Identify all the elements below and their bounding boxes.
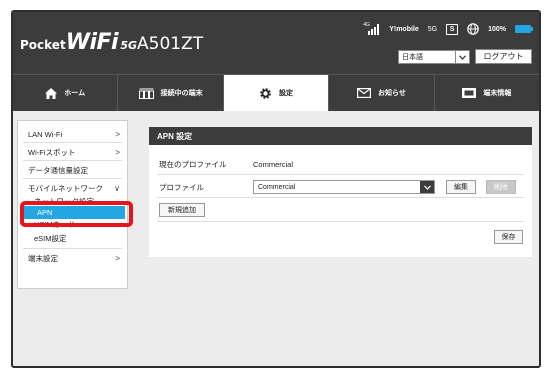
profile-label: プロファイル [159, 182, 204, 192]
tab-settings[interactable]: 設定 [222, 75, 329, 111]
network-type: 5G [427, 25, 438, 33]
sidebar-item-label: LAN Wi-Fi [28, 129, 63, 139]
chevron-right-icon: > [115, 147, 120, 157]
globe-icon [467, 23, 479, 35]
sidebar-item-label: モバイルネットワーク [28, 183, 103, 193]
home-icon [45, 87, 58, 99]
tab-device-info[interactable]: 端末情報 [433, 75, 539, 111]
logout-button[interactable]: ログアウト [475, 49, 532, 64]
current-profile-label: 現在のプロファイル [159, 159, 227, 169]
battery-icon [515, 25, 533, 33]
add-new-button[interactable]: 新規追加 [159, 203, 205, 217]
sidebar-item-mobile-network[interactable]: モバイルネットワーク ∨ [18, 181, 127, 195]
sidebar-item-data-usage[interactable]: データ通信量設定 [18, 163, 127, 177]
sidebar-subitem-label: eSIM設定 [34, 233, 67, 243]
tab-home[interactable]: ホーム [13, 75, 117, 111]
divider [157, 197, 524, 198]
sidebar-item-lan-wifi[interactable]: LAN Wi-Fi > [18, 127, 127, 141]
divider [23, 160, 122, 161]
chevron-right-icon: > [115, 129, 120, 139]
tab-devices[interactable]: 接続中の端末 [117, 75, 222, 111]
delete-button[interactable]: 削除 [486, 180, 516, 194]
battery-percent: 100% [488, 25, 506, 33]
chevron-down-icon [455, 51, 469, 63]
profile-row: プロファイル [159, 180, 204, 194]
devices-icon [138, 88, 154, 99]
browser-frame: PocketWiFi 5GA501ZT 4G Y!mobile 5G S 100… [11, 10, 541, 368]
current-profile-row: 現在のプロファイル Commercial [159, 157, 293, 171]
divider [157, 174, 524, 175]
carrier-name: Y!mobile [389, 25, 419, 33]
divider [23, 142, 122, 143]
chevron-right-icon: > [115, 253, 120, 263]
sidebar-item-label: 端末設定 [28, 253, 58, 263]
divider [23, 178, 122, 179]
sidebar-item-label: Wi-Fiスポット [28, 147, 76, 157]
tab-devices-label: 接続中の端末 [160, 90, 203, 97]
logo-pocket: Pocket [20, 38, 66, 52]
mail-icon [356, 88, 371, 98]
profile-select[interactable]: Commercial [253, 180, 435, 194]
language-select[interactable]: 日本語 [398, 50, 470, 64]
save-button[interactable]: 保存 [494, 230, 523, 244]
sim-icon: S [446, 23, 459, 35]
gear-icon [260, 87, 271, 99]
logo-wifi: WiFi [65, 30, 119, 55]
sidebar-subitem-apn[interactable]: APN [20, 201, 133, 227]
tab-device-info-label: 端末情報 [483, 90, 512, 97]
divider [157, 221, 524, 222]
device-info-icon [462, 88, 477, 98]
main-nav: ホーム 接続中の端末 設定 お知らせ 端末情報 [13, 74, 539, 111]
chevron-down-icon: ∨ [114, 183, 120, 193]
tab-settings-label: 設定 [279, 90, 294, 97]
signal-icon: 4G [363, 22, 380, 35]
chevron-down-icon [420, 181, 434, 193]
signal-label: 4G [363, 21, 370, 28]
sidebar-item-wifi-spot[interactable]: Wi-Fiスポット > [18, 145, 127, 159]
sidebar-item-device-settings[interactable]: 端末設定 > [18, 251, 127, 265]
profile-select-value: Commercial [258, 183, 296, 191]
edit-button[interactable]: 編集 [446, 180, 476, 194]
sidebar: LAN Wi-Fi > Wi-Fiスポット > データ通信量設定 モバイルネット… [17, 120, 133, 289]
header: PocketWiFi 5GA501ZT 4G Y!mobile 5G S 100… [13, 12, 539, 74]
apn-settings-panel: APN 設定 現在のプロファイル Commercial プロファイル Comme… [149, 127, 532, 257]
sidebar-item-label: データ通信量設定 [28, 165, 88, 175]
highlight-box [20, 201, 133, 227]
status-bar: 4G Y!mobile 5G S 100% [359, 22, 533, 36]
page-title: APN 設定 [149, 127, 532, 145]
pocket-wifi-logo: PocketWiFi 5GA501ZT [20, 32, 203, 54]
divider [23, 248, 122, 249]
logo-model: A501ZT [137, 34, 204, 54]
tab-home-label: ホーム [64, 90, 86, 97]
tab-notices-label: お知らせ [377, 90, 406, 97]
logo-5g: 5G [120, 39, 137, 52]
current-profile-value: Commercial [253, 159, 294, 169]
sidebar-subitem-esim[interactable]: eSIM設定 [18, 231, 127, 245]
tab-notices[interactable]: お知らせ [328, 75, 433, 111]
language-value: 日本語 [402, 54, 423, 61]
